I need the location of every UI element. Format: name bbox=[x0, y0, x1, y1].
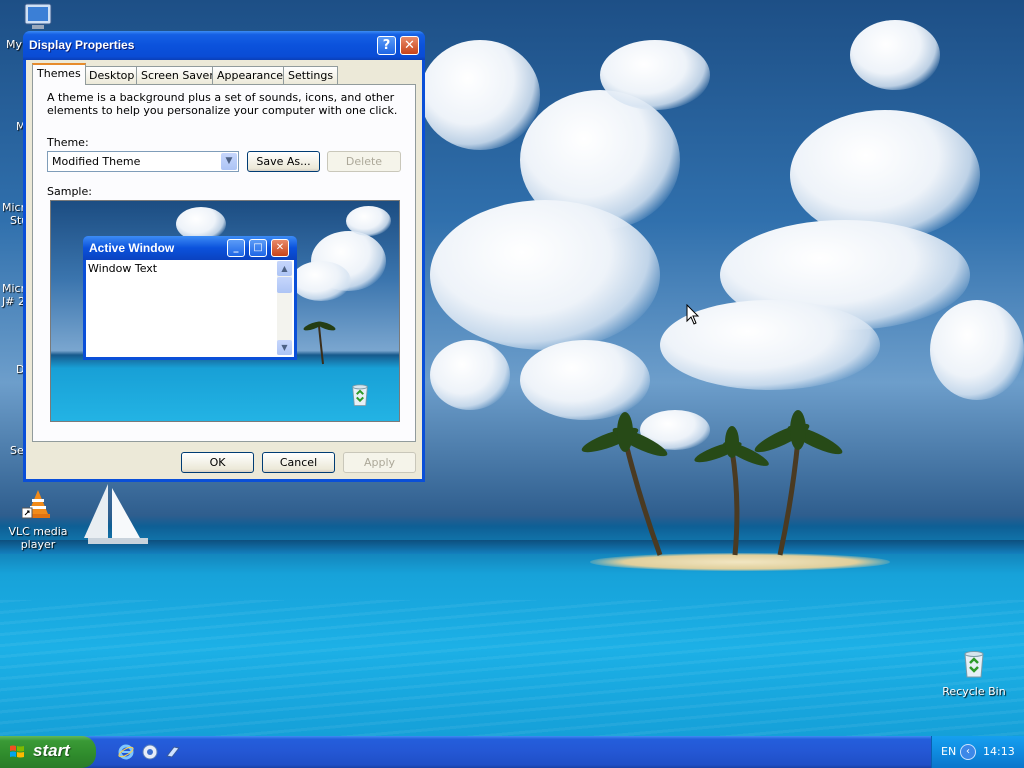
preview-palm-icon bbox=[303, 321, 336, 365]
preview-scrollbar: ▲ ▼ bbox=[277, 261, 292, 355]
preview-client-area: Window Text ▲ ▼ bbox=[86, 260, 294, 357]
start-label: start bbox=[33, 741, 70, 760]
title-bar[interactable]: Display Properties ? ✕ bbox=[23, 31, 425, 60]
close-icon: ✕ bbox=[271, 239, 289, 257]
desktop-icon-label-partial: Micr bbox=[2, 282, 26, 295]
preview-active-window: Active Window _ □ ✕ Window Text ▲ ▼ bbox=[83, 236, 297, 360]
preview-window-text: Window Text bbox=[88, 262, 158, 275]
cloud bbox=[600, 40, 710, 110]
launch-icon[interactable] bbox=[165, 744, 181, 760]
desktop-icon-vlc[interactable]: VLC media player bbox=[2, 488, 74, 551]
internet-explorer-icon[interactable] bbox=[118, 744, 134, 760]
minimize-icon: _ bbox=[227, 239, 245, 257]
apply-button[interactable]: Apply bbox=[343, 452, 416, 473]
tab-appearance[interactable]: Appearance bbox=[212, 66, 289, 84]
cloud bbox=[346, 206, 391, 236]
windows-logo-icon bbox=[10, 745, 24, 758]
start-button[interactable]: start bbox=[0, 736, 96, 768]
desktop-icon-label: Recycle Bin bbox=[942, 685, 1006, 698]
my-computer-icon[interactable] bbox=[22, 3, 56, 31]
scroll-thumb bbox=[277, 277, 292, 293]
scroll-up-icon: ▲ bbox=[277, 261, 292, 276]
clock[interactable]: 14:13 bbox=[983, 745, 1015, 758]
cloud bbox=[520, 340, 650, 420]
cloud bbox=[930, 300, 1024, 400]
vlc-cone-icon bbox=[21, 490, 50, 519]
scroll-down-icon: ▼ bbox=[277, 340, 292, 355]
theme-dropdown[interactable]: Modified Theme ▼ bbox=[47, 151, 239, 172]
window-title: Display Properties bbox=[29, 38, 135, 52]
system-tray: EN ‹ 14:13 bbox=[931, 736, 1024, 768]
theme-label: Theme: bbox=[47, 136, 89, 149]
preview-title-bar: Active Window _ □ ✕ bbox=[83, 236, 297, 260]
preview-window-title: Active Window bbox=[89, 241, 175, 255]
mouse-cursor-icon bbox=[686, 304, 700, 325]
cloud bbox=[850, 20, 940, 90]
taskbar: start EN ‹ 14:13 bbox=[0, 736, 1024, 768]
media-player-icon[interactable] bbox=[142, 744, 158, 760]
recycle-bin-icon bbox=[964, 651, 984, 678]
cancel-button[interactable]: Cancel bbox=[262, 452, 335, 473]
ok-button[interactable]: OK bbox=[181, 452, 254, 473]
desktop-icon-label-partial: My bbox=[6, 38, 23, 51]
cloud bbox=[420, 40, 540, 150]
cloud bbox=[291, 261, 351, 301]
desktop-icon-label-partial: Micr bbox=[2, 201, 26, 214]
close-button[interactable]: ✕ bbox=[400, 36, 419, 55]
help-button[interactable]: ? bbox=[377, 36, 396, 55]
tab-themes[interactable]: Themes bbox=[32, 63, 86, 85]
sample-label: Sample: bbox=[47, 185, 92, 198]
horizon bbox=[0, 540, 1024, 554]
ocean bbox=[0, 600, 1024, 736]
delete-button[interactable]: Delete bbox=[327, 151, 401, 172]
desktop-icon-recycle-bin[interactable]: Recycle Bin bbox=[938, 648, 1010, 698]
tab-settings[interactable]: Settings bbox=[283, 66, 339, 84]
language-indicator[interactable]: EN bbox=[941, 745, 956, 758]
desktop-icon-label-partial: J# 2 bbox=[2, 295, 25, 308]
cloud bbox=[430, 340, 510, 410]
theme-sample-preview: Active Window _ □ ✕ Window Text ▲ ▼ bbox=[50, 200, 400, 422]
save-as-button[interactable]: Save As... bbox=[247, 151, 320, 172]
theme-description: A theme is a background plus a set of so… bbox=[47, 91, 398, 117]
cloud bbox=[430, 200, 660, 350]
preview-recycle-bin-icon bbox=[352, 384, 368, 406]
tab-desktop[interactable]: Desktop bbox=[84, 66, 140, 84]
palm-trees bbox=[581, 410, 843, 556]
themes-panel: A theme is a background plus a set of so… bbox=[32, 84, 416, 442]
sailboat bbox=[84, 484, 148, 544]
chevron-left-icon[interactable]: ‹ bbox=[960, 744, 976, 760]
dialog-body: Themes Desktop Screen Saver Appearance S… bbox=[26, 60, 422, 479]
maximize-icon: □ bbox=[249, 239, 267, 257]
display-properties-window: Display Properties ? ✕ Themes Desktop Sc… bbox=[23, 31, 425, 482]
tab-screen-saver[interactable]: Screen Saver bbox=[136, 66, 219, 84]
theme-dropdown-value: Modified Theme bbox=[52, 155, 141, 168]
chevron-down-icon[interactable]: ▼ bbox=[221, 153, 237, 170]
desktop-icon-label: VLC media player bbox=[8, 525, 68, 551]
desktop-icon-label-partial: Se bbox=[10, 444, 24, 457]
